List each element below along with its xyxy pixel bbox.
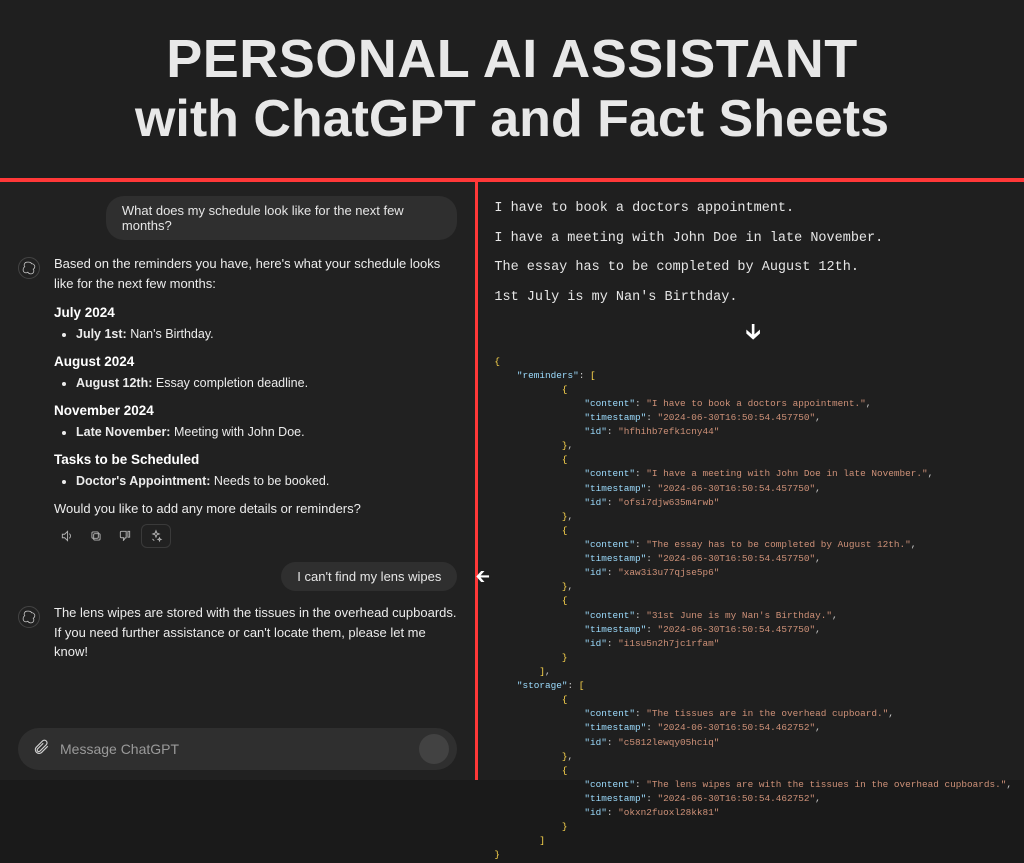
message-actions [54, 524, 457, 548]
schedule-list: July 2024 July 1st: Nan's Birthday. Augu… [54, 305, 457, 491]
title-line2: with ChatGPT and Fact Sheets [135, 90, 889, 150]
json-output: { "reminders": [ { "content": "I have to… [494, 355, 1012, 863]
list-item: July 1st: Nan's Birthday. [76, 324, 457, 344]
facts-panel: 🡰 I have to book a doctors appointment. … [478, 182, 1024, 780]
assistant-text: The lens wipes are stored with the tissu… [54, 603, 457, 662]
title-line1: PERSONAL AI ASSISTANT [166, 28, 858, 90]
input-placeholder: Message ChatGPT [60, 741, 409, 757]
section-heading: August 2024 [54, 354, 457, 369]
chat-input[interactable]: Message ChatGPT [18, 728, 457, 770]
read-aloud-icon[interactable] [54, 524, 79, 548]
user-message: I can't find my lens wipes [281, 562, 457, 591]
list-item: August 12th: Essay completion deadline. [76, 373, 457, 393]
section-heading: November 2024 [54, 403, 457, 418]
regenerate-icon[interactable] [141, 524, 171, 548]
assistant-message: Based on the reminders you have, here's … [18, 254, 457, 548]
user-message: What does my schedule look like for the … [106, 196, 458, 240]
list-item: Doctor's Appointment: Needs to be booked… [76, 471, 457, 491]
arrow-down-icon: 🡳 [494, 315, 1012, 353]
section-heading: Tasks to be Scheduled [54, 452, 457, 467]
fact-line: I have a meeting with John Doe in late N… [494, 226, 1012, 252]
chat-panel: What does my schedule look like for the … [0, 182, 475, 780]
arrow-left-icon: 🡰 [475, 564, 490, 594]
copy-icon[interactable] [83, 524, 108, 548]
list-item: Late November: Meeting with John Doe. [76, 422, 457, 442]
thumbs-down-icon[interactable] [112, 524, 137, 548]
assistant-intro: Based on the reminders you have, here's … [54, 254, 457, 293]
attach-icon[interactable] [32, 738, 50, 761]
fact-line: 1st July is my Nan's Birthday. [494, 285, 1012, 311]
assistant-closing: Would you like to add any more details o… [54, 501, 457, 516]
fact-line: The essay has to be completed by August … [494, 255, 1012, 281]
fact-line: I have to book a doctors appointment. [494, 196, 1012, 222]
section-heading: July 2024 [54, 305, 457, 320]
send-button[interactable] [419, 734, 449, 764]
assistant-message: The lens wipes are stored with the tissu… [18, 603, 457, 666]
title-header: PERSONAL AI ASSISTANT with ChatGPT and F… [0, 0, 1024, 178]
chatgpt-icon [18, 257, 40, 279]
chatgpt-icon [18, 606, 40, 628]
fact-sheet-text: I have to book a doctors appointment. I … [494, 196, 1012, 311]
